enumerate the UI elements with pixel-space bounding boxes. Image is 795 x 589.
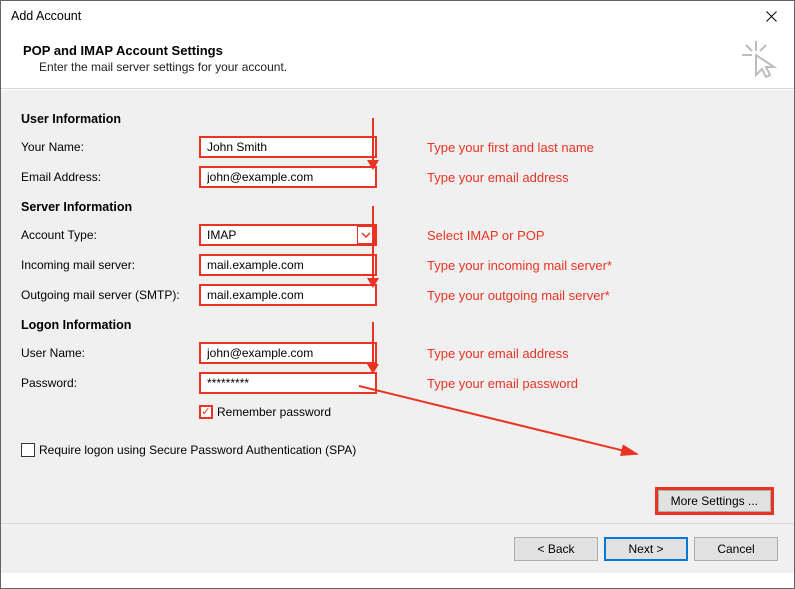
back-button[interactable]: < Back — [514, 537, 598, 561]
next-button[interactable]: Next > — [604, 537, 688, 561]
close-button[interactable] — [748, 1, 794, 31]
account-type-select[interactable]: IMAP — [199, 224, 377, 246]
your-name-label: Your Name: — [21, 140, 199, 154]
email-hint: Type your email address — [427, 170, 569, 185]
more-settings-highlight: More Settings ... — [655, 487, 774, 515]
outgoing-hint: Type your outgoing mail server* — [427, 288, 610, 303]
row-incoming: Incoming mail server: Type your incoming… — [21, 250, 774, 280]
window-title: Add Account — [11, 9, 81, 23]
email-input[interactable] — [199, 166, 377, 188]
row-email: Email Address: Type your email address — [21, 162, 774, 192]
row-your-name: Your Name: Type your first and last name — [21, 132, 774, 162]
row-remember-password: ✓ Remember password — [21, 400, 774, 424]
account-type-label: Account Type: — [21, 228, 199, 242]
remember-password-checkbox[interactable]: ✓ — [199, 405, 213, 419]
incoming-label: Incoming mail server: — [21, 258, 199, 272]
email-label: Email Address: — [21, 170, 199, 184]
incoming-input[interactable] — [199, 254, 377, 276]
row-outgoing: Outgoing mail server (SMTP): Type your o… — [21, 280, 774, 310]
row-username: User Name: Type your email address — [21, 338, 774, 368]
header-band: POP and IMAP Account Settings Enter the … — [1, 31, 794, 89]
button-bar: < Back Next > Cancel — [1, 523, 794, 573]
spa-label: Require logon using Secure Password Auth… — [39, 443, 356, 457]
content-area: User Information Your Name: Type your fi… — [1, 89, 794, 523]
your-name-hint: Type your first and last name — [427, 140, 594, 155]
more-settings-button[interactable]: More Settings ... — [658, 490, 771, 512]
titlebar: Add Account — [1, 1, 794, 31]
password-label: Password: — [21, 376, 199, 390]
check-icon: ✓ — [201, 407, 210, 418]
spa-checkbox[interactable] — [21, 443, 35, 457]
cursor-sparkle-icon — [740, 39, 780, 79]
password-input[interactable] — [199, 372, 377, 394]
your-name-input[interactable] — [199, 136, 377, 158]
username-input[interactable] — [199, 342, 377, 364]
remember-password-label: Remember password — [217, 405, 331, 419]
password-hint: Type your email password — [427, 376, 578, 391]
outgoing-input[interactable] — [199, 284, 377, 306]
cancel-button[interactable]: Cancel — [694, 537, 778, 561]
row-spa: Require logon using Secure Password Auth… — [21, 438, 774, 462]
dropdown-button[interactable] — [357, 226, 375, 244]
close-icon — [766, 11, 777, 22]
account-type-hint: Select IMAP or POP — [427, 228, 545, 243]
outgoing-label: Outgoing mail server (SMTP): — [21, 288, 199, 302]
chevron-down-icon — [361, 232, 371, 238]
row-account-type: Account Type: IMAP Select IMAP or POP — [21, 220, 774, 250]
section-user-info: User Information — [21, 112, 774, 126]
incoming-hint: Type your incoming mail server* — [427, 258, 612, 273]
section-logon-info: Logon Information — [21, 318, 774, 332]
header-title: POP and IMAP Account Settings — [23, 43, 772, 58]
header-subtitle: Enter the mail server settings for your … — [23, 60, 772, 74]
username-label: User Name: — [21, 346, 199, 360]
username-hint: Type your email address — [427, 346, 569, 361]
row-password: Password: Type your email password — [21, 368, 774, 398]
section-server-info: Server Information — [21, 200, 774, 214]
add-account-window: Add Account POP and IMAP Account Setting… — [0, 0, 795, 589]
account-type-value: IMAP — [207, 228, 236, 242]
